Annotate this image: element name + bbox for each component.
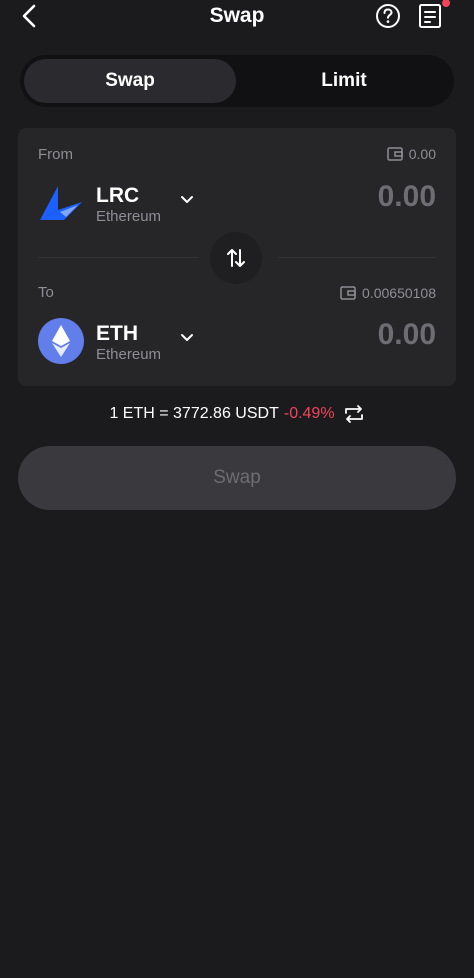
swap-vertical-arrows-icon bbox=[227, 249, 245, 267]
to-balance: 0.00650108 bbox=[340, 285, 436, 301]
document-list-icon bbox=[419, 4, 441, 28]
chevron-down-icon bbox=[181, 196, 193, 203]
from-token-network: Ethereum bbox=[96, 208, 162, 225]
from-token-symbol: LRC bbox=[96, 184, 140, 207]
to-amount-input[interactable]: 0.00 bbox=[378, 318, 436, 352]
swap-card: From 0.00 LRC Ethereum 0.00 To 0.0065010… bbox=[18, 128, 456, 386]
repeat-arrows-icon[interactable] bbox=[343, 404, 365, 424]
eth-logo-icon bbox=[38, 318, 84, 364]
divider-left bbox=[38, 257, 198, 258]
from-balance-value: 0.00 bbox=[408, 146, 436, 162]
help-button[interactable] bbox=[375, 3, 401, 29]
lrc-logo-icon bbox=[40, 186, 82, 220]
rate-change: -0.49% bbox=[283, 405, 335, 422]
wallet-icon bbox=[340, 286, 356, 300]
page-title: Swap bbox=[209, 4, 265, 27]
mode-tabs: Swap Limit bbox=[20, 55, 454, 107]
to-token-symbol: ETH bbox=[96, 322, 138, 345]
question-circle-icon bbox=[376, 4, 400, 28]
swap-direction-button[interactable] bbox=[210, 232, 262, 284]
from-label: From bbox=[38, 146, 73, 163]
from-balance: 0.00 bbox=[387, 146, 436, 162]
rate-text: 1 ETH = 3772.86 USDT bbox=[109, 405, 279, 422]
header: Swap bbox=[0, 0, 474, 34]
chevron-down-icon bbox=[181, 334, 193, 341]
to-balance-value: 0.00650108 bbox=[362, 285, 436, 301]
tab-swap[interactable]: Swap bbox=[24, 59, 236, 103]
swap-button[interactable]: Swap bbox=[18, 446, 456, 510]
exchange-rate: 1 ETH = 3772.86 USDT -0.49% bbox=[0, 404, 474, 424]
tab-limit[interactable]: Limit bbox=[238, 59, 450, 103]
wallet-icon bbox=[387, 147, 403, 161]
to-label: To bbox=[38, 284, 54, 301]
from-amount-input[interactable]: 0.00 bbox=[378, 180, 436, 214]
orders-button[interactable] bbox=[416, 2, 444, 30]
to-token-network: Ethereum bbox=[96, 346, 162, 363]
divider-right bbox=[278, 257, 436, 258]
